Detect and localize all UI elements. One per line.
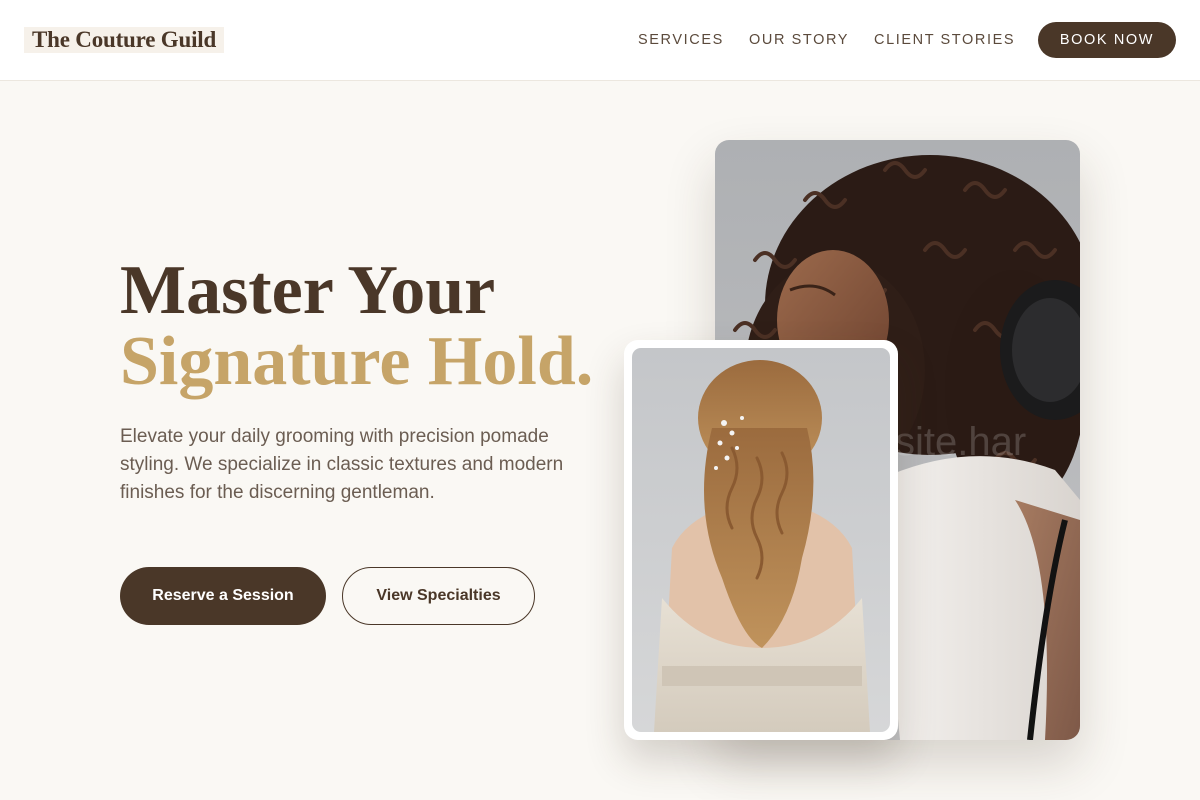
site-header: The Couture Guild SERVICES OUR STORY CLI… [0,0,1200,81]
svg-text:site.har: site.har [895,420,1026,464]
hero-title-line-2: Signature Hold. [120,323,594,400]
nav-link-our-story[interactable]: OUR STORY [749,31,849,49]
nav-link-client-stories[interactable]: CLIENT STORIES [874,31,1015,49]
hero-secondary-image [624,340,898,740]
hero-description: Elevate your daily grooming with precisi… [120,426,564,503]
reserve-session-button[interactable]: Reserve a Session [120,567,326,625]
nav-link-services[interactable]: SERVICES [638,31,724,49]
book-now-button[interactable]: BOOK NOW [1038,22,1176,58]
hero-title-line-1: Master Your [120,252,496,329]
bridal-hair-photo-wrap [632,348,890,732]
view-specialties-button[interactable]: View Specialties [342,567,535,625]
brand-logo[interactable]: The Couture Guild [24,27,225,53]
bridal-hair-photo [632,348,890,732]
